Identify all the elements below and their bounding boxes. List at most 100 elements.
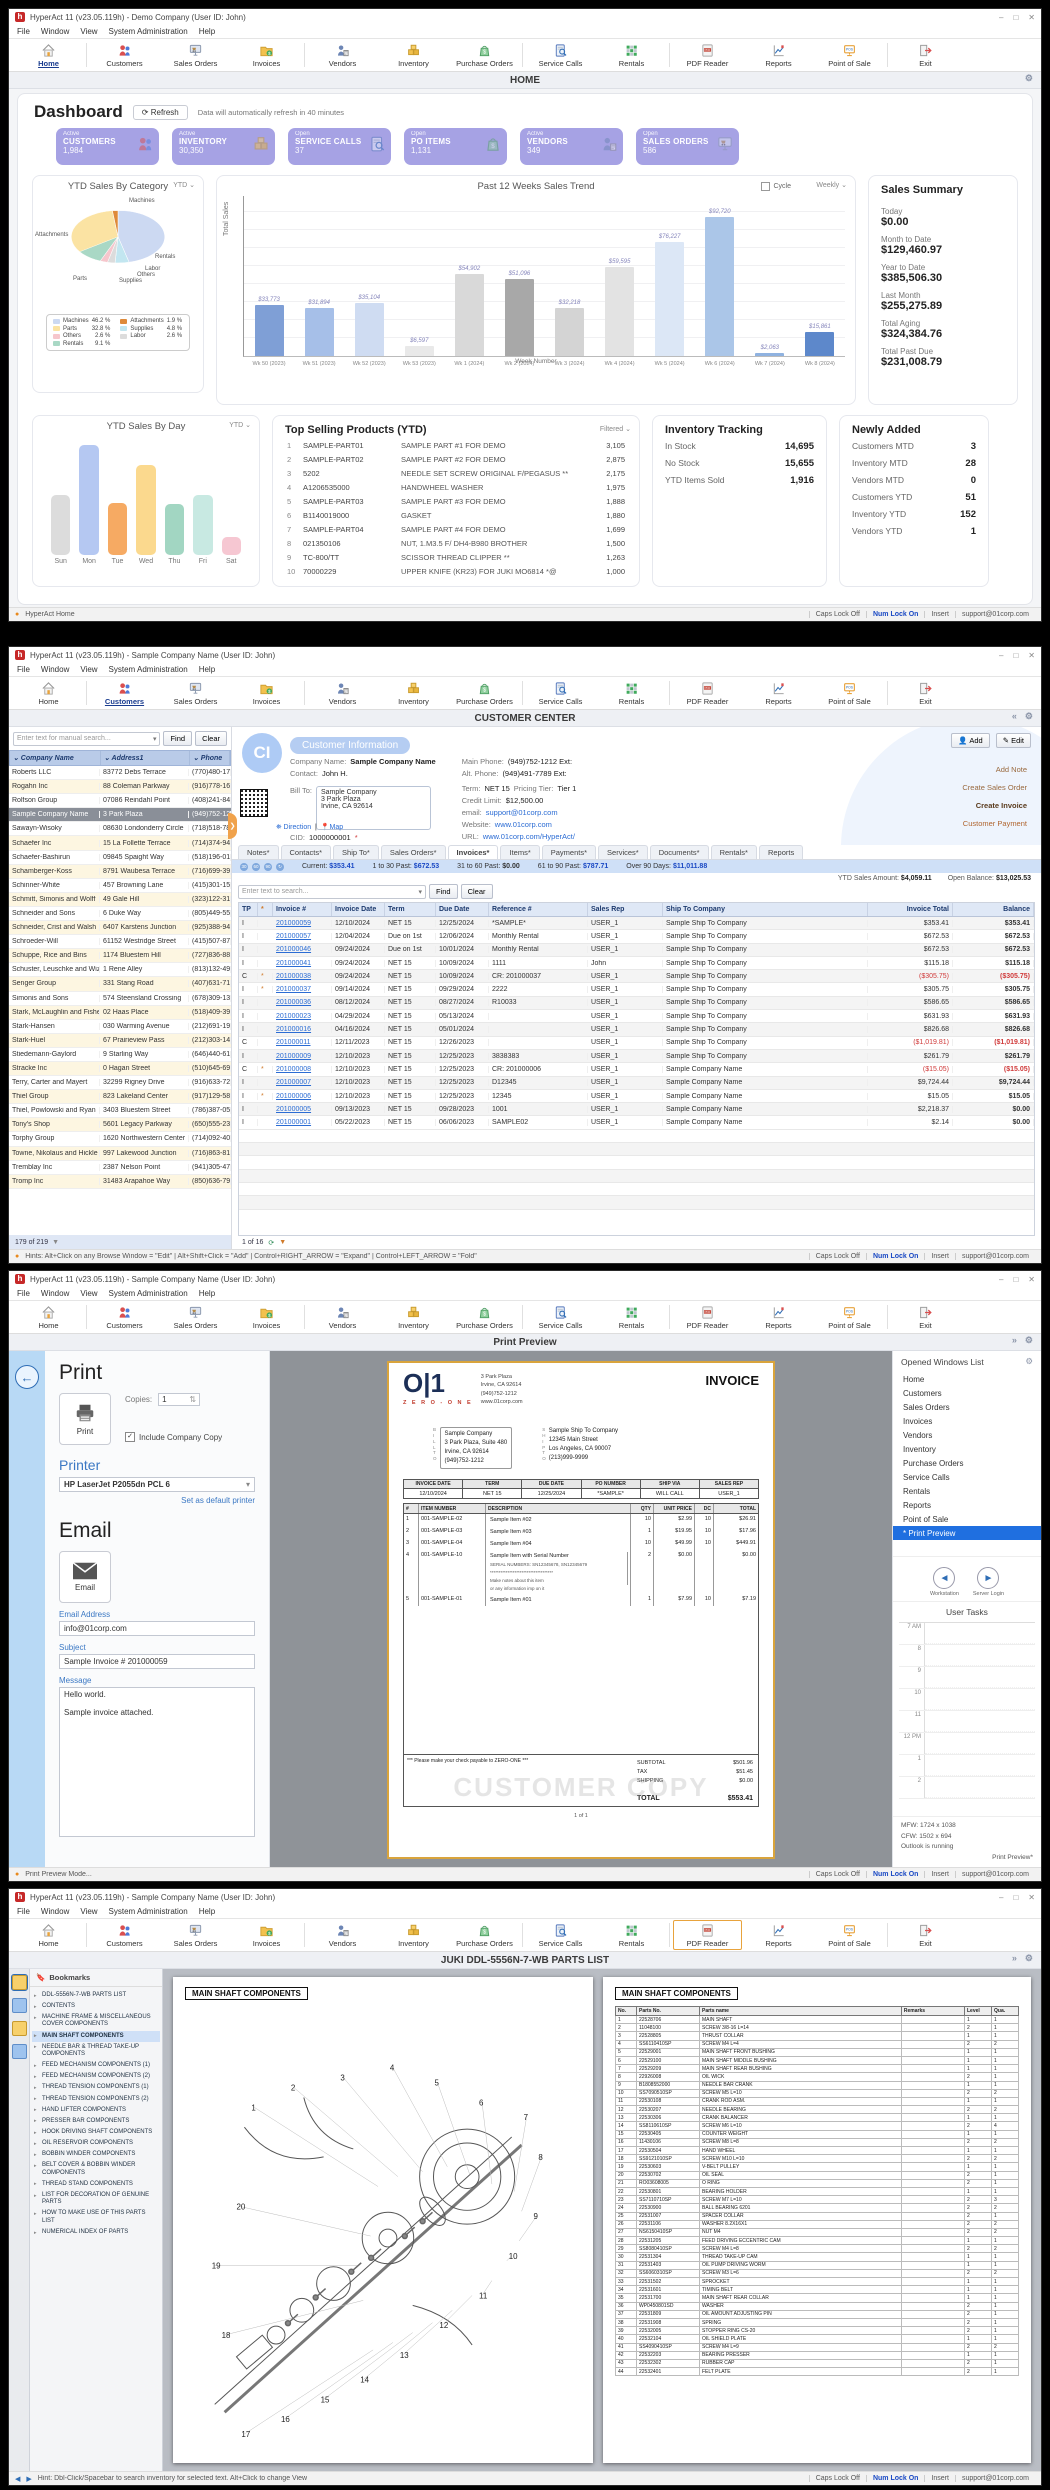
- titlebar[interactable]: h HyperAct 11 (v23.05.119h) - Sample Com…: [9, 1889, 1041, 1905]
- day-period-dropdown[interactable]: YTD ⌄: [229, 421, 251, 429]
- toolbar-item-invoices[interactable]: $Invoices: [231, 1919, 302, 1951]
- parts-row[interactable]: 36WP0450801SDWASHER21: [616, 2302, 1019, 2310]
- close-button[interactable]: ✕: [1028, 1893, 1035, 1902]
- toolbar-item-rentals[interactable]: Rentals: [596, 1301, 667, 1333]
- invoice-row[interactable]: I20100004609/24/2024Due on 1st10/01/2024…: [239, 944, 1034, 957]
- day-bar-column[interactable]: Tue: [108, 440, 127, 565]
- opened-window-item[interactable]: Invoices: [893, 1414, 1041, 1428]
- bookmark-item[interactable]: PRESSER BAR COMPONENTS: [32, 2116, 160, 2127]
- customer-row[interactable]: Stark, McLaughlin and Fisher02 Haas Plac…: [9, 1006, 231, 1020]
- toolbar-item-point-of-sale[interactable]: POSPoint of Sale: [814, 677, 885, 709]
- toolbar-item-home[interactable]: Home: [13, 39, 84, 71]
- parts-row[interactable]: 1722530504HAND WHEEL11: [616, 2147, 1019, 2155]
- parts-row[interactable]: 3522531700MAIN SHAFT REAR COLLAR11: [616, 2294, 1019, 2302]
- customer-row[interactable]: Schuster, Leuschke and Wiza1 Rene Alley(…: [9, 963, 231, 977]
- customer-row[interactable]: Schamberger-Koss8791 Waubesa Terrace(716…: [9, 865, 231, 879]
- refresh-icon[interactable]: ⟳: [268, 1239, 274, 1247]
- column-header[interactable]: Invoice Date: [332, 903, 385, 916]
- customer-row[interactable]: Tony's Shop5601 Legacy Parkway(650)555-2…: [9, 1118, 231, 1132]
- product-row[interactable]: 2SAMPLE-PART02SAMPLE PART #2 FOR DEMO2,8…: [273, 452, 639, 466]
- customer-row[interactable]: Schinner-White457 Browning Lane(415)301-…: [9, 879, 231, 893]
- customer-search-input[interactable]: Enter text for manual search...▾: [13, 732, 160, 746]
- refresh-button[interactable]: ⟳ Refresh: [133, 105, 188, 120]
- product-row[interactable]: 4A1206535000HANDWHEEL WASHER1,975: [273, 480, 639, 494]
- toolbar-item-pdf-reader[interactable]: PDFPDF Reader: [672, 677, 743, 709]
- field-value[interactable]: support@01corp.com: [486, 808, 558, 817]
- minimize-button[interactable]: –: [999, 1275, 1003, 1284]
- opened-window-item[interactable]: Service Calls: [893, 1470, 1041, 1484]
- parts-row[interactable]: 3322531502SPROCKET11: [616, 2278, 1019, 2286]
- pane-splitter-handle[interactable]: ❯: [228, 813, 237, 839]
- customer-row[interactable]: Rolfson Group07086 Reindahl Point(408)24…: [9, 794, 231, 808]
- customer-row[interactable]: Sample Company Name3 Park Plaza(949)752-…: [9, 808, 231, 822]
- close-button[interactable]: ✕: [1028, 651, 1035, 660]
- layers-panel-icon[interactable]: [12, 2044, 27, 2059]
- customer-table-header[interactable]: ⌄ Company Name⌄ Address1⌄ Phone: [9, 750, 231, 766]
- toolbar-item-customers[interactable]: Customers: [89, 39, 160, 71]
- titlebar[interactable]: h HyperAct 11 (v23.05.119h) - Sample Com…: [9, 647, 1041, 663]
- opened-window-item[interactable]: Point of Sale: [893, 1512, 1041, 1526]
- kpi-card-vendors[interactable]: ActiveVENDORS349: [520, 128, 623, 165]
- bookmark-item[interactable]: CONTENTS: [32, 2001, 160, 2012]
- minimize-button[interactable]: –: [999, 13, 1003, 22]
- trend-bar-column[interactable]: $59,595Wk 4 (2024): [595, 196, 645, 356]
- parts-row[interactable]: 122528706MAIN SHAFT11: [616, 2016, 1019, 2024]
- map-link[interactable]: 📍Map: [321, 824, 343, 831]
- trend-bar-column[interactable]: $6,597Wk 53 (2023): [394, 196, 444, 356]
- parts-row[interactable]: 2022530702OIL SEAL21: [616, 2171, 1019, 2179]
- toolbar-item-invoices[interactable]: $Invoices: [231, 39, 302, 71]
- opened-window-item[interactable]: Reports: [893, 1498, 1041, 1512]
- invoice-number-link[interactable]: 201000016: [273, 1026, 332, 1033]
- trend-bar-column[interactable]: $54,902Wk 1 (2024): [444, 196, 494, 356]
- parts-row[interactable]: 1922530603V-BELT PULLEY11: [616, 2163, 1019, 2171]
- calendar-row[interactable]: 9: [899, 1667, 1035, 1689]
- parts-row[interactable]: 2222530801BEARING HOLDER11: [616, 2187, 1019, 2195]
- parts-row[interactable]: 41SS4090410SPSCREW M4 L=922: [616, 2343, 1019, 2351]
- toolbar-item-invoices[interactable]: $Invoices: [231, 1301, 302, 1333]
- invoice-number-link[interactable]: 201000041: [273, 960, 332, 967]
- calendar-cell[interactable]: [925, 1711, 1035, 1732]
- toolbar-item-point-of-sale[interactable]: POSPoint of Sale: [814, 1919, 885, 1951]
- invoice-row[interactable]: C*20100000812/10/2023NET 1512/25/2023CR:…: [239, 1063, 1034, 1076]
- invoice-row[interactable]: I20100005712/04/2024Due on 1st12/06/2024…: [239, 930, 1034, 943]
- gear-icon[interactable]: ⚙: [1025, 1953, 1033, 1964]
- day-bar-column[interactable]: Sun: [51, 440, 70, 565]
- bookmark-item[interactable]: HAND LIFTER COMPONENTS: [32, 2105, 160, 2116]
- back-button[interactable]: ←: [15, 1365, 39, 1389]
- toolbar-item-vendors[interactable]: Vendors: [307, 1301, 378, 1333]
- parts-row[interactable]: 23SS7110710SPSCREW M7 L=1023: [616, 2196, 1019, 2204]
- column-header[interactable]: ⌄ Company Name: [10, 751, 101, 765]
- trend-bar-column[interactable]: $31,894Wk 51 (2023): [294, 196, 344, 356]
- field-value[interactable]: www.01corp.com/HyperAct/: [483, 832, 575, 841]
- toolbar-item-sales-orders[interactable]: Sales Orders: [160, 677, 231, 709]
- invoice-row[interactable]: I*20100003709/14/2024NET 1509/29/2024222…: [239, 983, 1034, 996]
- calendar-cell[interactable]: [925, 1645, 1035, 1666]
- calendar-row[interactable]: 11: [899, 1711, 1035, 1733]
- toolbar-item-inventory[interactable]: Inventory: [378, 39, 449, 71]
- menu-item-help[interactable]: Help: [199, 1907, 215, 1916]
- tab-documents[interactable]: Documents*: [650, 845, 709, 859]
- toolbar-item-vendors[interactable]: Vendors: [307, 677, 378, 709]
- minimize-button[interactable]: –: [999, 651, 1003, 660]
- menu-item-window[interactable]: Window: [41, 27, 69, 36]
- invoice-row[interactable]: I20100000105/22/2023NET 1506/06/2023SAMP…: [239, 1116, 1034, 1129]
- calendar-row[interactable]: 8: [899, 1645, 1035, 1667]
- toolbar-item-purchase-orders[interactable]: $Purchase Orders: [449, 677, 520, 709]
- day-bar-column[interactable]: Fri: [193, 440, 212, 565]
- invoice-row[interactable]: I20100000509/13/2023NET 1509/28/20231001…: [239, 1103, 1034, 1116]
- toolbar-item-reports[interactable]: Reports: [743, 39, 814, 71]
- customer-row[interactable]: Schuppe, Rice and Bins1174 Bluestem Hill…: [9, 949, 231, 963]
- kpi-card-po-items[interactable]: OpenPO ITEMS1,131$: [404, 128, 507, 165]
- find-button[interactable]: Find: [163, 731, 192, 746]
- column-header[interactable]: Term: [385, 903, 436, 916]
- toolbar-item-reports[interactable]: Reports: [743, 1919, 814, 1951]
- invoice-number-link[interactable]: 201000011: [273, 1039, 332, 1046]
- calendar-row[interactable]: 1: [899, 1755, 1035, 1777]
- parts-row[interactable]: 2822531205FEED DRIVING ECCENTRIC CAM11: [616, 2237, 1019, 2245]
- subject-field[interactable]: [59, 1654, 255, 1669]
- invoice-row[interactable]: I20100002304/29/2024NET 1505/13/2024USER…: [239, 1010, 1034, 1023]
- day-bar-column[interactable]: Sat: [222, 440, 241, 565]
- trend-bar-column[interactable]: $32,218Wk 3 (2024): [544, 196, 594, 356]
- parts-row[interactable]: 1322530306CRANK BALANCER11: [616, 2114, 1019, 2122]
- menu-item-system-administration[interactable]: System Administration: [109, 27, 188, 36]
